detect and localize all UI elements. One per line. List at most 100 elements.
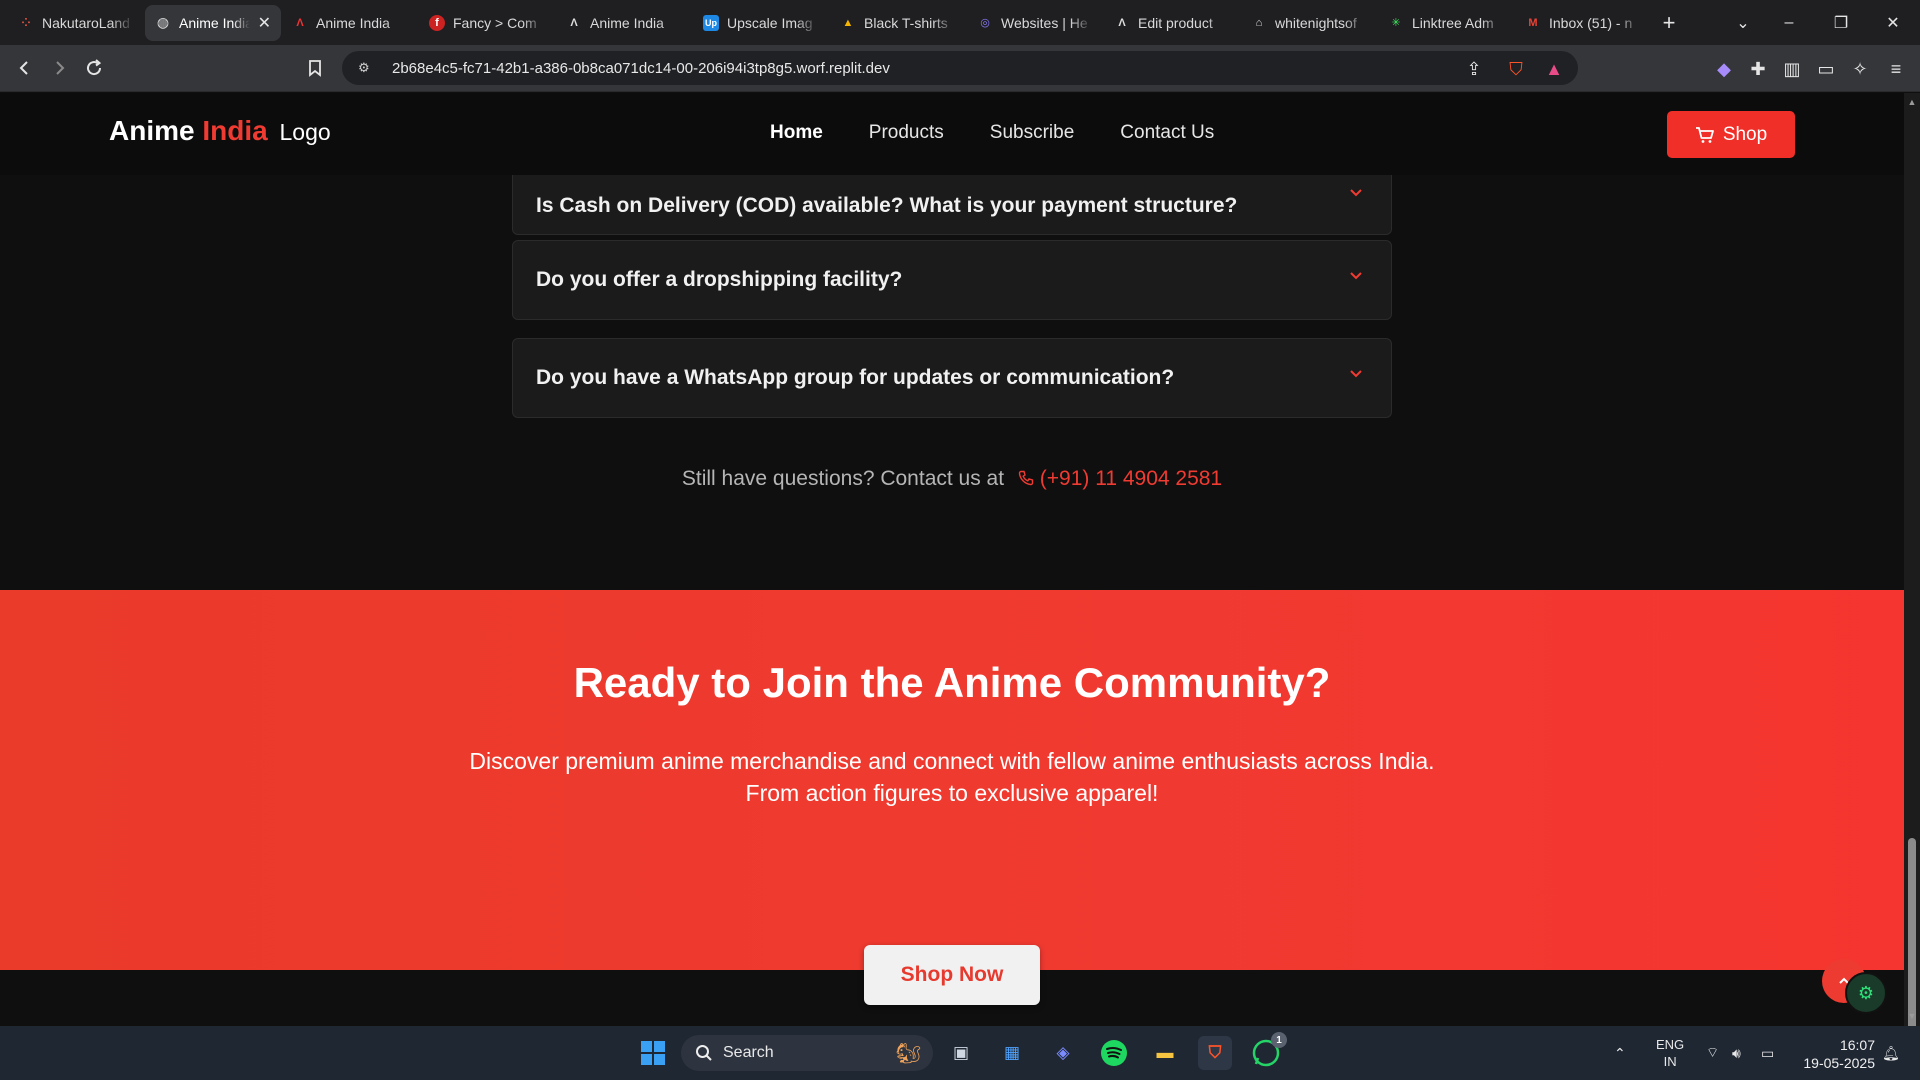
brave-rewards-icon[interactable]: ▲	[1542, 57, 1566, 81]
tab-upscale[interactable]: Up Upscale Imag	[693, 6, 829, 40]
phone-number: (+91) 11 4904 2581	[1039, 467, 1223, 490]
chevron-down-icon	[1350, 189, 1362, 197]
language-text: ENG	[1656, 1037, 1685, 1052]
tab-label: whitenightsof	[1275, 14, 1357, 31]
address-bar[interactable]: ⚙ 2b68e4c5-fc71-42b1-a386-0b8ca071dc14-0…	[342, 51, 1578, 85]
task-view-icon[interactable]: ▣	[944, 1036, 978, 1070]
tab-label: NakutaroLand	[42, 14, 130, 31]
tab-whitenights[interactable]: ⌂ whitenightsof	[1241, 6, 1377, 40]
language-indicator[interactable]: ENG IN	[1656, 1026, 1684, 1080]
close-window-button[interactable]: ✕	[1868, 0, 1918, 45]
sidebar-icon[interactable]: ▥	[1780, 57, 1804, 81]
region-text: IN	[1663, 1054, 1677, 1069]
tab-search-icon[interactable]: ⌄	[1718, 0, 1768, 45]
share-icon[interactable]: ⇪	[1462, 57, 1486, 81]
brave-shields-icon[interactable]: ⛉	[1504, 57, 1528, 81]
windows-start-icon[interactable]	[636, 1036, 670, 1070]
minimize-button[interactable]: –	[1764, 0, 1814, 45]
nav-products[interactable]: Products	[869, 122, 944, 144]
phone-icon	[1018, 470, 1034, 486]
contact-text: Still have questions? Contact us at	[681, 467, 1005, 490]
back-button[interactable]	[8, 51, 42, 85]
faq-item-dropshipping[interactable]: Do you offer a dropshipping facility?	[512, 240, 1392, 320]
new-tab-button[interactable]: +	[1652, 6, 1686, 40]
chevron-down-icon	[1350, 272, 1362, 280]
shop-now-button[interactable]: Shop Now	[864, 945, 1040, 1005]
chevron-down-icon	[1350, 370, 1362, 378]
tab-black-tshirts[interactable]: ▲ Black T-shirts	[830, 6, 966, 40]
menu-icon[interactable]: ≡	[1884, 57, 1908, 81]
tab-inbox[interactable]: M Inbox (51) - n	[1515, 6, 1651, 40]
faq-question: Do you offer a dropshipping facility?	[536, 268, 903, 291]
tab-label: Websites | He	[1001, 14, 1088, 31]
faq-question: Do you have a WhatsApp group for updates…	[536, 366, 1175, 389]
tab-label: Edit product	[1138, 14, 1213, 31]
forward-button[interactable]	[42, 51, 76, 85]
tray-chevron-up-icon[interactable]: ⌃	[1614, 1026, 1626, 1080]
extensions-puzzle-icon[interactable]: ✚	[1746, 57, 1770, 81]
search-icon	[696, 1045, 712, 1061]
shop-button-label: Shop	[1722, 123, 1768, 145]
anime-a-icon: Λ	[1118, 16, 1126, 29]
tab-linktree[interactable]: ✳ Linktree Adm	[1378, 6, 1514, 40]
taskbar-search[interactable]: Search 🐿	[681, 1035, 933, 1071]
reload-button[interactable]	[77, 51, 111, 85]
leo-ai-icon[interactable]: ✧	[1848, 57, 1872, 81]
tab-fancy[interactable]: f Fancy > Com	[419, 6, 555, 40]
site-header: Anime India Logo Home Products Subscribe…	[0, 93, 1904, 175]
cta-description: Discover premium anime merchandise and c…	[0, 745, 1904, 809]
globe-icon: ◍	[156, 14, 170, 30]
nav-home[interactable]: Home	[770, 122, 823, 144]
system-clock[interactable]: 16:07 19-05-2025	[1795, 1036, 1875, 1072]
up-icon: Up	[703, 14, 719, 31]
site-settings-icon[interactable]: ⚙	[358, 60, 378, 76]
microsoft-store-icon[interactable]: ▦	[995, 1036, 1029, 1070]
web-page: Anime India Logo Home Products Subscribe…	[0, 93, 1904, 1026]
bookmark-button[interactable]	[298, 51, 332, 85]
settings-gear-button[interactable]: ⚙	[1845, 972, 1887, 1014]
site-logo[interactable]: Anime India Logo	[109, 115, 331, 147]
wallet-icon[interactable]: ▭	[1814, 57, 1838, 81]
restore-button[interactable]: ❐	[1816, 0, 1866, 45]
brave-browser-icon[interactable]: ⛉	[1198, 1036, 1232, 1070]
url-text: 2b68e4c5-fc71-42b1-a386-0b8ca071dc14-00-…	[392, 59, 890, 77]
anime-a-icon: Λ	[296, 16, 304, 29]
cta-line-1: Discover premium anime merchandise and c…	[469, 748, 1435, 774]
faq-item-whatsapp[interactable]: Do you have a WhatsApp group for updates…	[512, 338, 1392, 418]
page-scrollbar[interactable]: ▲ ▼	[1904, 93, 1920, 1043]
drive-icon: ▲	[842, 16, 854, 29]
whatsapp-badge: 1	[1271, 1032, 1287, 1048]
forward-arrow-icon	[56, 61, 65, 75]
tab-nakutaroland[interactable]: ⁘ NakutaroLand	[8, 6, 144, 40]
whatsapp-icon[interactable]: 1	[1249, 1032, 1287, 1070]
tab-edit-product[interactable]: Λ Edit product	[1104, 6, 1240, 40]
phone-link[interactable]: (+91) 11 4904 2581	[1018, 467, 1222, 490]
battery-icon[interactable]: ▭	[1761, 1026, 1774, 1080]
nav-contact-us[interactable]: Contact Us	[1120, 122, 1214, 144]
scroll-down-arrow-icon[interactable]: ▼	[1907, 1011, 1917, 1021]
tab-anime-india-active[interactable]: ◍ Anime India ✕	[145, 4, 281, 41]
cart-icon	[1695, 126, 1714, 143]
file-explorer-icon[interactable]: ▬	[1148, 1036, 1182, 1070]
bookmark-icon	[309, 60, 321, 77]
spotify-icon[interactable]	[1097, 1036, 1131, 1070]
close-tab-icon[interactable]: ✕	[258, 13, 271, 33]
volume-icon[interactable]: 🔊︎	[1732, 1026, 1741, 1080]
tab-anime-india-2[interactable]: Λ Anime India	[282, 6, 418, 40]
building-icon: ⌂	[1255, 16, 1263, 29]
copilot-icon[interactable]: ◈	[1046, 1036, 1080, 1070]
search-highlight-icon: 🐿	[895, 1042, 921, 1065]
nav-subscribe[interactable]: Subscribe	[990, 122, 1075, 144]
tab-websites[interactable]: ◎ Websites | He	[967, 6, 1103, 40]
tab-anime-india-3[interactable]: Λ Anime India	[556, 6, 692, 40]
shop-button[interactable]: Shop	[1667, 111, 1795, 158]
notification-bell-icon[interactable]: 🔔︎	[1882, 1026, 1900, 1080]
tab-label: Inbox (51) - n	[1549, 14, 1633, 31]
extension-diamond-icon[interactable]: ◆	[1712, 57, 1736, 81]
wifi-icon[interactable]: ⌔	[1706, 1026, 1719, 1080]
back-arrow-icon	[19, 61, 28, 75]
contact-line: Still have questions? Contact us at (+91…	[0, 467, 1904, 491]
scroll-up-arrow-icon[interactable]: ▲	[1907, 97, 1917, 107]
tab-label: Fancy > Com	[453, 14, 537, 31]
tab-label: Black T-shirts	[864, 14, 948, 31]
